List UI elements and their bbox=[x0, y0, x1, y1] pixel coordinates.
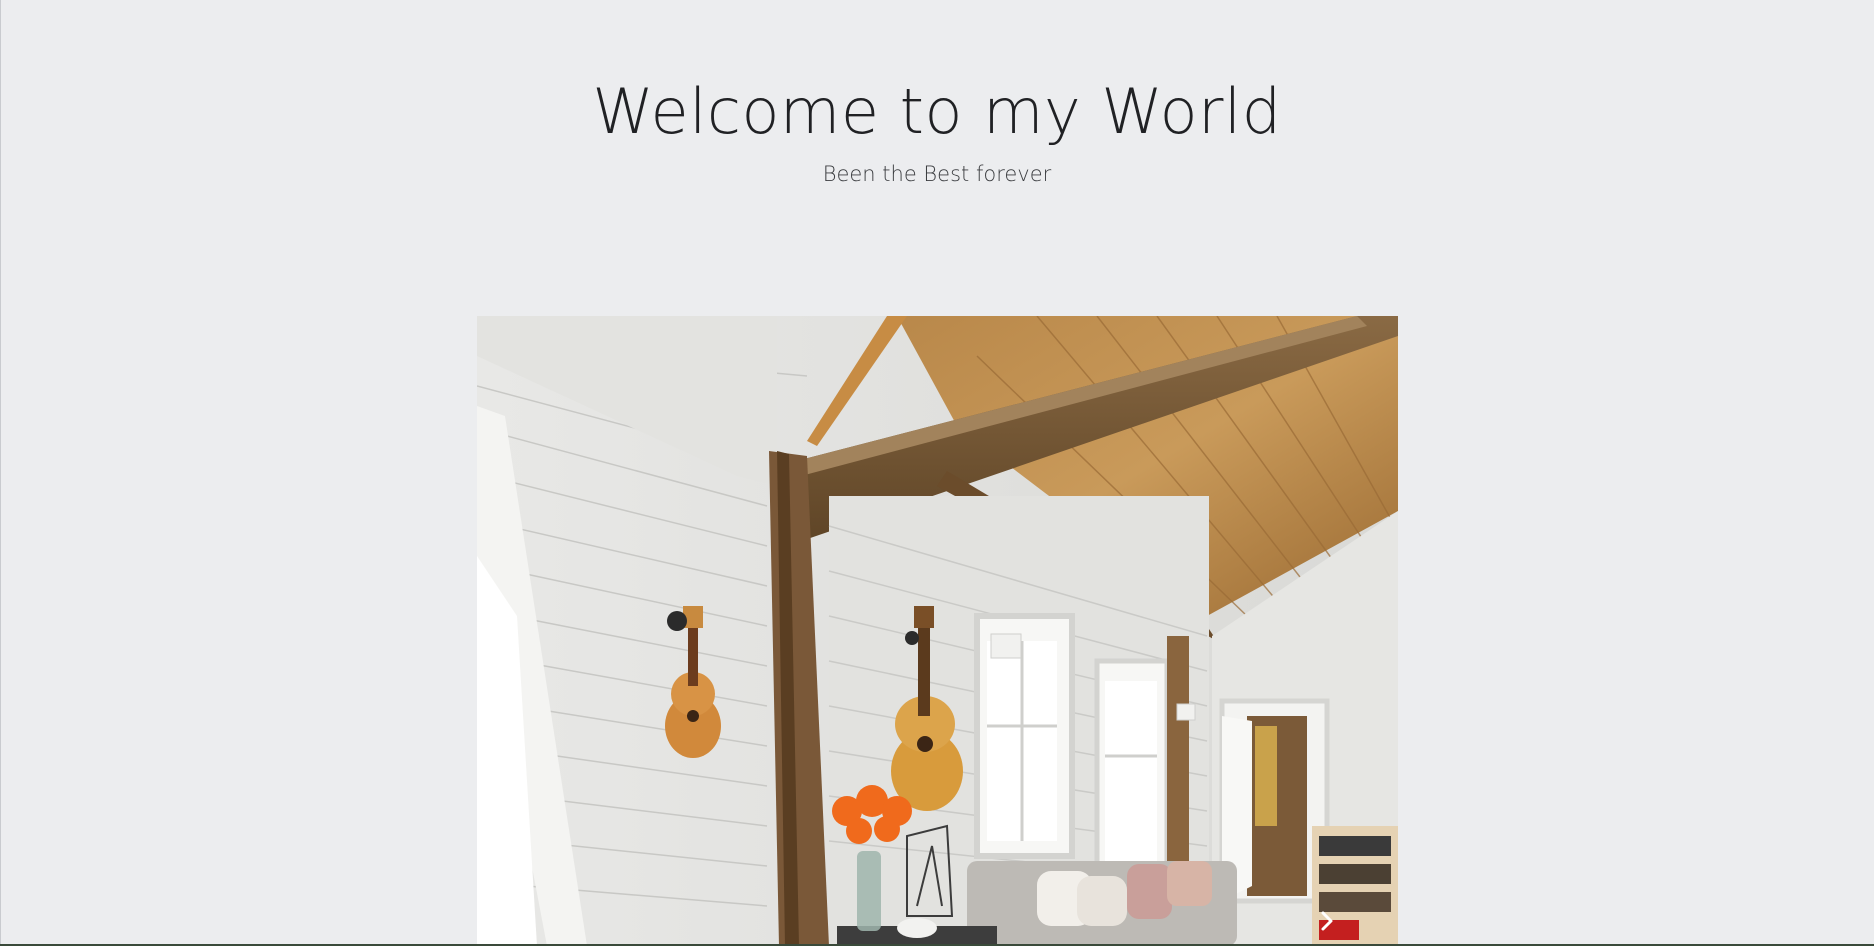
carousel-next-button[interactable] bbox=[1314, 908, 1340, 934]
hero-title: Welcome to my World bbox=[592, 75, 1282, 148]
chevron-right-icon bbox=[1321, 911, 1333, 931]
hero-subtitle: Been the Best forever bbox=[822, 162, 1052, 186]
carousel-slide-image bbox=[477, 316, 1398, 946]
page: Welcome to my World Been the Best foreve… bbox=[0, 0, 1874, 946]
image-carousel[interactable] bbox=[477, 316, 1398, 946]
